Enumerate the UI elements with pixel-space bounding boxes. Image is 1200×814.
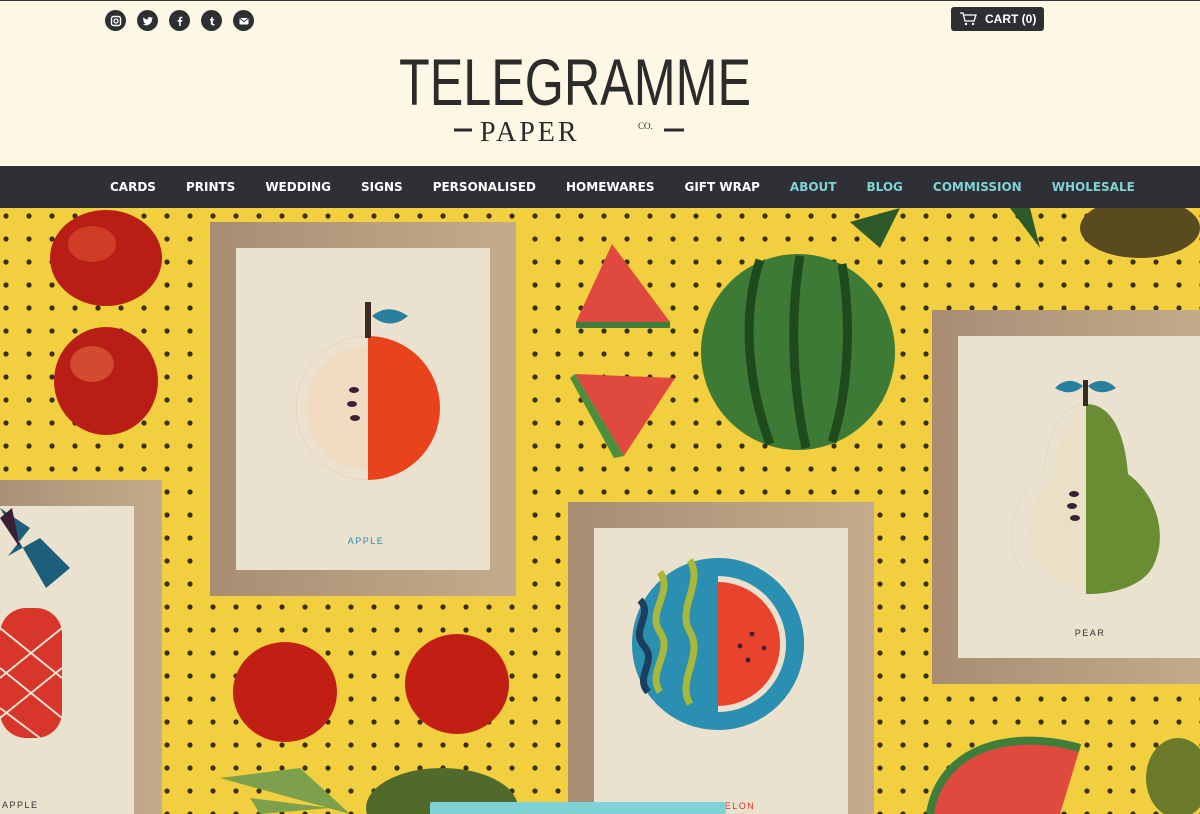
nav-item-about[interactable]: ABOUT [790, 180, 837, 194]
twitter-icon[interactable] [137, 10, 158, 31]
nav-item-wholesale[interactable]: WHOLESALE [1052, 180, 1135, 194]
logo-wordmark: TELEGRAMME [399, 45, 751, 113]
nav-item-personalised[interactable]: PERSONALISED [433, 180, 536, 194]
logo-title: TELEGRAMME [399, 45, 751, 113]
watermelon-fruit [701, 254, 895, 450]
main-nav: CARDS PRINTS WEDDING SIGNS PERSONALISED … [0, 166, 1200, 208]
tumblr-icon[interactable] [201, 10, 222, 31]
pineapple-print: APPLE [0, 480, 162, 814]
social-links [105, 10, 254, 31]
site-header: TELEGRAMME PAPER CO. CART (0) [0, 0, 1200, 166]
logo-subtitle: PAPER [480, 117, 580, 147]
apple-print: APPLE [210, 222, 516, 596]
nav-item-blog[interactable]: BLOG [866, 180, 902, 194]
logo-co: CO. [638, 121, 653, 131]
hero-cta-bar[interactable] [430, 802, 726, 814]
watermelon-print: WATERMELON [568, 502, 874, 814]
nav-item-signs[interactable]: SIGNS [361, 180, 403, 194]
facebook-icon[interactable] [169, 10, 190, 31]
nav-item-wedding[interactable]: WEDDING [265, 180, 331, 194]
cart-icon [960, 12, 977, 26]
nav-item-homewares[interactable]: HOMEWARES [566, 180, 654, 194]
pear-print: PEAR [932, 310, 1200, 684]
cart-button[interactable]: CART (0) [951, 7, 1044, 31]
email-icon[interactable] [233, 10, 254, 31]
nav-item-cards[interactable]: CARDS [110, 180, 156, 194]
hero-image: APPLE PEAR APPLE [0, 208, 1200, 814]
nav-item-commission[interactable]: COMMISSION [933, 180, 1022, 194]
logo-sub: PAPER CO. [454, 117, 684, 147]
apple-print-label: APPLE [348, 536, 385, 546]
site-logo[interactable]: TELEGRAMME PAPER CO. [390, 31, 760, 149]
pineapple-print-label: APPLE [2, 800, 39, 810]
instagram-icon[interactable] [105, 10, 126, 31]
nav-item-gift-wrap[interactable]: GIFT WRAP [684, 180, 759, 194]
nav-item-prints[interactable]: PRINTS [186, 180, 235, 194]
hero-illustration: APPLE PEAR APPLE [0, 208, 1200, 814]
pear-print-label: PEAR [1075, 628, 1106, 638]
cart-label: CART (0) [985, 12, 1037, 26]
